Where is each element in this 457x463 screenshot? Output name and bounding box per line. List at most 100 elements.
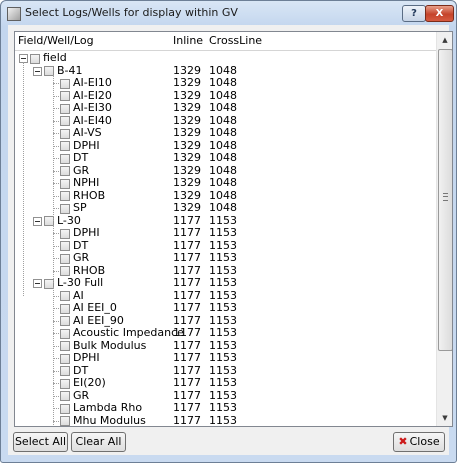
row-checkbox[interactable]: [60, 178, 70, 189]
row-crossline: 1153: [209, 351, 237, 364]
collapse-icon[interactable]: [33, 66, 42, 76]
grip-icon: [443, 193, 448, 201]
tree-row[interactable]: DT 1329 1048: [15, 151, 436, 165]
row-checkbox[interactable]: [30, 53, 40, 64]
title-bar[interactable]: Select Logs/Wells for display within GV …: [1, 1, 456, 25]
row-inline: 1177: [173, 276, 201, 289]
tree-row[interactable]: DPHI 1177 1153: [15, 226, 436, 240]
row-crossline: 1153: [209, 376, 237, 389]
row-checkbox[interactable]: [60, 91, 70, 101]
tree-row[interactable]: AI-EI10 1329 1048: [15, 76, 436, 90]
row-checkbox[interactable]: [60, 328, 70, 339]
row-checkbox[interactable]: [60, 203, 70, 214]
row-crossline: 1153: [209, 301, 237, 314]
column-header-crossline[interactable]: CrossLine: [209, 34, 262, 47]
tree-row[interactable]: Lambda Rho 1177 1153: [15, 401, 436, 415]
app-icon: [7, 7, 21, 21]
close-x-icon: ✖: [398, 435, 408, 448]
scroll-down-icon[interactable]: ▼: [437, 410, 452, 426]
row-label: EI(20): [73, 376, 106, 389]
tree-row[interactable]: Mhu Modulus 1177 1153: [15, 413, 436, 427]
row-inline: 1329: [173, 76, 201, 89]
row-label: L-30 Full: [57, 276, 104, 289]
row-checkbox[interactable]: [60, 316, 70, 326]
tree-row[interactable]: field: [15, 51, 436, 65]
tree-row[interactable]: NPHI 1329 1048: [15, 176, 436, 190]
vertical-scrollbar[interactable]: ▲ ▼: [436, 32, 452, 426]
scroll-thumb[interactable]: [438, 49, 452, 351]
tree-row[interactable]: L-30 Full 1177 1153: [15, 276, 436, 290]
row-checkbox[interactable]: [60, 153, 70, 164]
row-checkbox[interactable]: [60, 166, 70, 176]
row-crossline: 1153: [209, 413, 237, 427]
scroll-up-icon[interactable]: ▲: [437, 32, 452, 48]
clear-all-button[interactable]: Clear All: [71, 432, 126, 452]
row-checkbox[interactable]: [60, 128, 70, 139]
close-button-label: Close: [409, 435, 440, 448]
tree-row[interactable]: SP 1329 1048: [15, 201, 436, 215]
row-label: AI-EI10: [73, 76, 112, 89]
row-checkbox[interactable]: [60, 353, 70, 364]
tree-header: Field/Well/Log Inline CrossLine: [15, 32, 436, 51]
row-label: DPHI: [73, 351, 100, 364]
row-label: NPHI: [73, 176, 100, 189]
row-checkbox[interactable]: [60, 141, 70, 151]
row-checkbox[interactable]: [60, 341, 70, 351]
row-crossline: 1153: [209, 276, 237, 289]
row-crossline: 1048: [209, 176, 237, 189]
tree-guide-line: [53, 287, 54, 426]
row-label: AI-VS: [73, 126, 102, 139]
tree-row[interactable]: AI EEI_0 1177 1153: [15, 301, 436, 315]
row-checkbox[interactable]: [60, 241, 70, 251]
close-button[interactable]: ✖ Close: [393, 432, 445, 452]
row-crossline: 1048: [209, 76, 237, 89]
column-header-name[interactable]: Field/Well/Log: [18, 34, 94, 47]
row-inline: 1329: [173, 201, 201, 214]
row-checkbox[interactable]: [60, 116, 70, 126]
row-inline: 1329: [173, 126, 201, 139]
tree-row[interactable]: GR 1177 1153: [15, 251, 436, 265]
row-checkbox[interactable]: [60, 103, 70, 114]
row-crossline: 1153: [209, 226, 237, 239]
row-checkbox[interactable]: [60, 403, 70, 414]
tree-row[interactable]: AI-EI30 1329 1048: [15, 101, 436, 115]
tree-row[interactable]: DPHI 1177 1153: [15, 351, 436, 365]
tree-guide-line: [53, 224, 54, 283]
tree-row[interactable]: AI-VS 1329 1048: [15, 126, 436, 140]
row-label: AI-EI30: [73, 101, 112, 114]
row-checkbox[interactable]: [60, 303, 70, 314]
row-checkbox[interactable]: [60, 416, 70, 426]
dialog-window: Select Logs/Wells for display within GV …: [0, 0, 457, 463]
row-checkbox[interactable]: [60, 366, 70, 376]
tree-guide-line: [53, 74, 54, 221]
window-title: Select Logs/Wells for display within GV: [25, 6, 238, 19]
row-checkbox[interactable]: [60, 266, 70, 276]
row-label: Lambda Rho: [73, 401, 143, 414]
row-label: Mhu Modulus: [73, 413, 146, 427]
help-button[interactable]: ?: [402, 5, 426, 22]
row-crossline: 1153: [209, 401, 237, 414]
column-header-inline[interactable]: Inline: [173, 34, 203, 47]
row-checkbox[interactable]: [60, 191, 70, 201]
collapse-icon[interactable]: [33, 216, 42, 226]
window-close-button[interactable]: X: [425, 5, 454, 22]
row-checkbox[interactable]: [60, 253, 70, 264]
row-inline: 1177: [173, 376, 201, 389]
row-checkbox[interactable]: [60, 291, 70, 301]
row-inline: 1177: [173, 226, 201, 239]
collapse-icon[interactable]: [33, 279, 42, 288]
tree-row[interactable]: EI(20) 1177 1153: [15, 376, 436, 390]
row-checkbox[interactable]: [60, 378, 70, 389]
row-inline: 1177: [173, 301, 201, 314]
row-checkbox[interactable]: [60, 78, 70, 89]
log-tree[interactable]: Field/Well/Log Inline CrossLine field B-4…: [14, 31, 453, 427]
row-checkbox[interactable]: [60, 391, 70, 401]
row-label: DT: [73, 151, 89, 164]
select-all-button[interactable]: Select All: [13, 432, 68, 452]
row-label: Acoustic Impedance: [73, 326, 184, 339]
row-label: field: [43, 51, 67, 64]
row-crossline: 1153: [209, 326, 237, 339]
row-crossline: 1153: [209, 251, 237, 264]
row-checkbox[interactable]: [60, 228, 70, 239]
tree-row[interactable]: Acoustic Impedance 1177 1153: [15, 326, 436, 340]
